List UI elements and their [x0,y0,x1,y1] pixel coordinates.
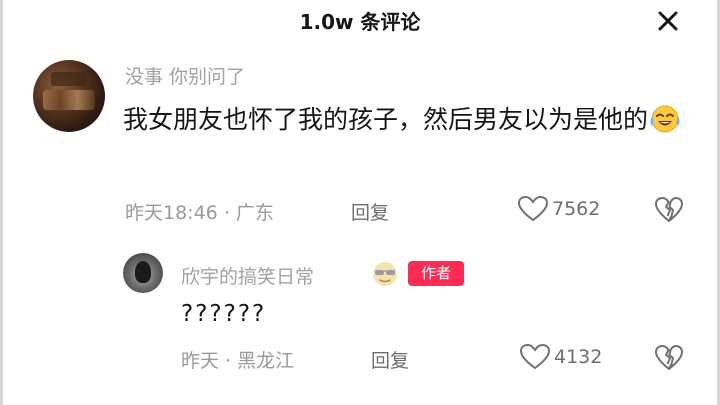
comment-time: 昨天18:46 [125,202,218,224]
sunglasses-emoji-icon [369,260,401,288]
like-count: 7562 [552,198,601,220]
reply-text: ?????? [181,301,267,327]
broken-heart-icon [655,197,683,222]
reply-button[interactable]: 回复 [371,346,409,373]
reply-meta: 昨天 · 黑龙江 [181,350,295,372]
laugh-cry-emoji-icon [648,104,682,134]
dislike-button[interactable] [655,345,683,375]
comment-text: 我女朋友也怀了我的孩子，然后男友以为是他的 [123,105,649,134]
comment-location: 广东 [235,202,274,224]
like-count: 4132 [554,346,603,368]
close-icon [658,11,678,31]
author-badge: 作者 [408,261,464,286]
comment-count-title: 1.0w 条评论 [299,10,421,34]
reply-username[interactable]: 欣宇的搞笑日常 [181,262,314,289]
avatar[interactable] [123,253,163,293]
like-button[interactable]: 7562 [518,196,600,222]
reply-time: 昨天 [181,350,220,372]
comment-username[interactable]: 没事 你别问了 [125,62,245,89]
broken-heart-icon [655,345,683,370]
comment-panel: 1.0w 条评论 没事 你别问了 我女朋友也怀了我的孩子，然后男友以为是他的 昨… [0,0,720,405]
close-button[interactable] [655,8,681,34]
reply-button[interactable]: 回复 [351,198,389,225]
like-button[interactable]: 4132 [520,344,602,370]
dislike-button[interactable] [655,197,683,227]
heart-icon [518,196,548,222]
avatar[interactable] [33,60,105,132]
comment-body: 我女朋友也怀了我的孩子，然后男友以为是他的 [123,98,703,142]
reply-location: 黑龙江 [237,350,295,372]
heart-icon [520,344,550,370]
panel-header: 1.0w 条评论 [3,0,717,40]
comment-meta: 昨天18:46 · 广东 [125,202,274,224]
